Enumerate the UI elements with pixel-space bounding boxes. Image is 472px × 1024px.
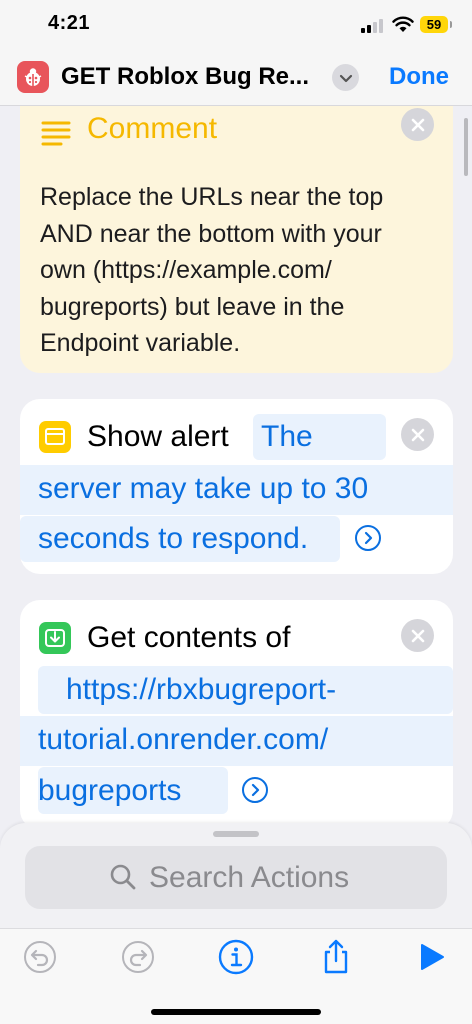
alert-message-token[interactable]: seconds to respond. xyxy=(38,522,308,556)
comment-line: bugreports) but leave in the xyxy=(40,292,345,321)
lines-icon xyxy=(41,121,71,146)
comment-text[interactable]: Replace the URLs near the top AND near t… xyxy=(40,179,445,362)
undo-button[interactable] xyxy=(22,939,58,975)
url-token[interactable]: bugreports xyxy=(38,774,181,808)
chevron-right-circle-icon[interactable] xyxy=(355,525,381,551)
search-actions-field[interactable]: Search Actions xyxy=(25,846,447,909)
comment-line: Endpoint variable. xyxy=(40,329,241,357)
remove-get-contents-button[interactable] xyxy=(401,619,434,652)
download-icon xyxy=(39,622,71,654)
alert-message-token[interactable]: The xyxy=(261,420,313,454)
undo-icon xyxy=(24,941,56,973)
url-token[interactable]: https://rbxbugreport- xyxy=(66,673,336,707)
close-icon xyxy=(411,118,424,131)
url-token[interactable]: tutorial.onrender.com/ xyxy=(38,723,328,757)
comment-line: AND near the bottom with your xyxy=(40,219,382,248)
window-icon xyxy=(39,421,71,453)
shortcut-title[interactable]: GET Roblox Bug Re... xyxy=(61,63,326,91)
title-menu-button[interactable] xyxy=(332,64,359,91)
remove-comment-button[interactable] xyxy=(401,108,434,141)
comment-action-card[interactable]: Comment Replace the URLs near the top AN… xyxy=(20,106,453,373)
wifi-icon xyxy=(392,16,414,32)
cellular-signal-icon xyxy=(361,19,383,33)
run-shortcut-button[interactable] xyxy=(414,939,450,975)
close-icon xyxy=(411,428,424,441)
close-icon xyxy=(411,629,424,642)
get-contents-action-card[interactable]: Get contents of https://rbxbugreport- tu… xyxy=(20,600,453,830)
search-icon xyxy=(110,864,136,890)
status-bar: 4:21 59 xyxy=(0,0,472,50)
share-button[interactable] xyxy=(318,939,354,975)
play-icon xyxy=(421,944,444,970)
chevron-right-circle-icon[interactable] xyxy=(242,777,268,803)
info-icon xyxy=(218,939,254,975)
share-icon xyxy=(324,939,348,974)
ladybug-icon[interactable] xyxy=(17,61,49,93)
redo-button[interactable] xyxy=(120,939,156,975)
search-placeholder: Search Actions xyxy=(149,861,350,894)
comment-line: own (https://example.com/ xyxy=(40,256,332,284)
actions-sheet: Search Actions xyxy=(0,823,472,928)
nav-bar: GET Roblox Bug Re... Done xyxy=(0,50,472,106)
remove-show-alert-button[interactable] xyxy=(401,418,434,451)
status-time: 4:21 xyxy=(48,12,91,34)
show-alert-action-card[interactable]: Show alert The server may take up to 30 … xyxy=(20,399,453,574)
done-button[interactable]: Done xyxy=(389,63,449,91)
battery-indicator: 59 xyxy=(420,16,452,33)
chevron-down-icon xyxy=(339,74,352,82)
alert-message-token[interactable]: server may take up to 30 xyxy=(38,472,368,506)
redo-icon xyxy=(122,941,154,973)
show-alert-label: Show alert xyxy=(87,420,229,453)
comment-title: Comment xyxy=(87,112,218,145)
sheet-grabber[interactable] xyxy=(213,831,259,837)
get-contents-label: Get contents of xyxy=(87,621,291,654)
info-button[interactable] xyxy=(218,939,254,975)
scrollbar[interactable] xyxy=(464,118,468,176)
editor-toolbar xyxy=(0,928,472,1024)
comment-line: Replace the URLs near the top xyxy=(40,183,384,211)
home-indicator xyxy=(151,1009,321,1015)
